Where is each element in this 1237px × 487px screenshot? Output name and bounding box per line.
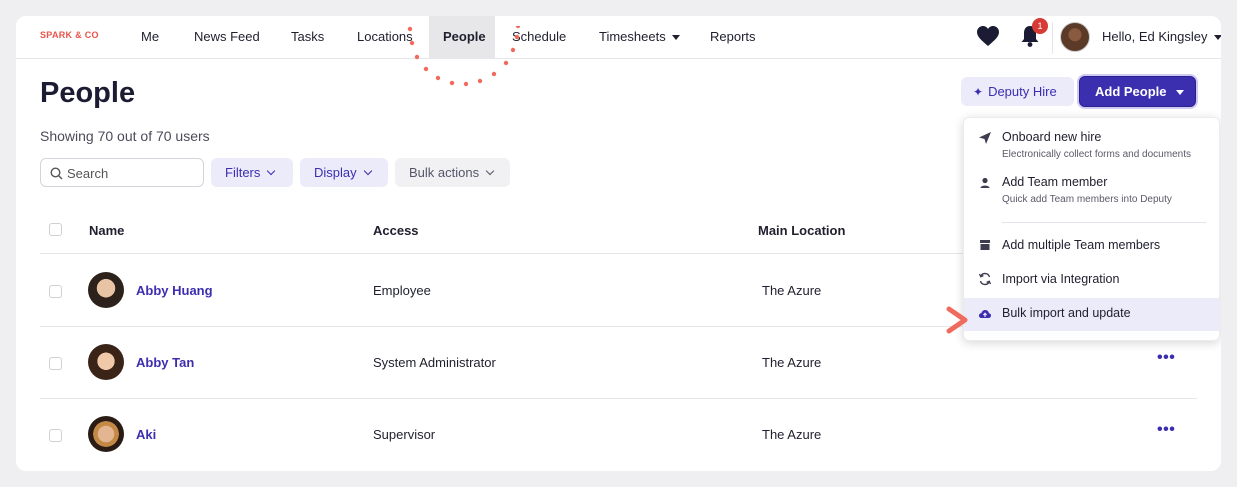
app-window: SPARK & CO Me News Feed Tasks Locations … bbox=[16, 16, 1221, 471]
nav-item-reports[interactable]: Reports bbox=[696, 16, 770, 59]
sync-icon bbox=[978, 272, 992, 286]
add-people-button[interactable]: Add People bbox=[1079, 76, 1196, 107]
more-actions-icon[interactable]: ••• bbox=[1157, 349, 1175, 367]
menu-item-title: Bulk import and update bbox=[1002, 306, 1131, 320]
menu-item-title: Onboard new hire bbox=[1002, 130, 1102, 144]
caret-down-icon bbox=[1213, 35, 1221, 41]
nav-item-me[interactable]: Me bbox=[127, 16, 173, 59]
deputy-hire-button[interactable]: ✦ Deputy Hire bbox=[961, 77, 1074, 106]
avatar bbox=[88, 272, 124, 308]
top-nav: SPARK & CO Me News Feed Tasks Locations … bbox=[16, 16, 1221, 59]
menu-item-import-via-integration[interactable]: Import via Integration bbox=[964, 264, 1219, 294]
more-actions-icon[interactable]: ••• bbox=[1157, 421, 1175, 439]
person-icon bbox=[980, 177, 990, 188]
menu-item-title: Import via Integration bbox=[1002, 272, 1120, 286]
pointer-arrow-annotation bbox=[946, 306, 968, 334]
cloud-upload-icon bbox=[979, 310, 991, 318]
bulk-actions-label: Bulk actions bbox=[409, 165, 480, 180]
menu-item-title: Add multiple Team members bbox=[1002, 238, 1161, 252]
add-people-label: Add People bbox=[1095, 84, 1167, 99]
page-title: People bbox=[40, 77, 136, 109]
row-checkbox[interactable] bbox=[49, 357, 62, 370]
column-header-access[interactable]: Access bbox=[373, 223, 419, 238]
dotted-highlight-annotation bbox=[407, 26, 521, 87]
display-button[interactable]: Display bbox=[300, 158, 388, 187]
menu-divider bbox=[1002, 222, 1206, 223]
user-menu[interactable]: Hello, Ed Kingsley bbox=[1102, 29, 1221, 44]
avatar bbox=[88, 416, 124, 452]
person-name-link[interactable]: Abby Tan bbox=[136, 355, 194, 370]
select-all-checkbox[interactable] bbox=[49, 223, 62, 236]
brand-logo[interactable]: SPARK & CO bbox=[40, 30, 99, 40]
paper-plane-icon bbox=[979, 132, 991, 144]
sparkle-icon: ✦ bbox=[973, 85, 984, 99]
row-checkbox[interactable] bbox=[49, 285, 62, 298]
search-input[interactable] bbox=[67, 163, 197, 183]
chevron-down-icon bbox=[363, 166, 372, 176]
table-row[interactable]: Aki Supervisor The Azure ••• bbox=[40, 399, 1197, 471]
menu-item-onboard-new-hire[interactable]: Onboard new hire Electronically collect … bbox=[964, 128, 1219, 168]
add-people-menu: Onboard new hire Electronically collect … bbox=[963, 117, 1220, 341]
main-location: The Azure bbox=[762, 283, 822, 298]
person-name-link[interactable]: Aki bbox=[136, 427, 156, 442]
filters-button[interactable]: Filters bbox=[211, 158, 293, 187]
deputy-hire-label: Deputy Hire bbox=[988, 84, 1057, 99]
access-level: System Administrator bbox=[373, 355, 496, 370]
column-header-name[interactable]: Name bbox=[89, 223, 124, 238]
store-icon bbox=[980, 240, 990, 250]
heart-icon[interactable] bbox=[976, 25, 1000, 47]
row-checkbox[interactable] bbox=[49, 429, 62, 442]
nav-item-tasks[interactable]: Tasks bbox=[277, 16, 338, 59]
notification-badge: 1 bbox=[1032, 18, 1048, 34]
menu-item-title: Add Team member bbox=[1002, 175, 1108, 189]
chevron-down-icon bbox=[485, 166, 495, 176]
main-location: The Azure bbox=[762, 355, 822, 370]
avatar bbox=[88, 344, 124, 380]
menu-item-subtitle: Electronically collect forms and documen… bbox=[1002, 149, 1191, 160]
nav-item-timesheets-label: Timesheets bbox=[599, 29, 666, 44]
display-label: Display bbox=[314, 165, 357, 180]
main-location: The Azure bbox=[762, 427, 822, 442]
menu-item-bulk-import-and-update[interactable]: Bulk import and update bbox=[964, 298, 1219, 331]
nav-item-timesheets[interactable]: Timesheets bbox=[585, 16, 694, 59]
nav-item-news-feed[interactable]: News Feed bbox=[180, 16, 274, 59]
menu-item-add-team-member[interactable]: Add Team member Quick add Team members i… bbox=[964, 173, 1219, 213]
access-level: Employee bbox=[373, 283, 431, 298]
nav-divider bbox=[1052, 22, 1053, 54]
chevron-down-icon bbox=[267, 166, 276, 176]
menu-item-add-multiple-team-members[interactable]: Add multiple Team members bbox=[964, 230, 1219, 260]
caret-down-icon bbox=[1175, 90, 1184, 96]
access-level: Supervisor bbox=[373, 427, 436, 442]
user-count-text: Showing 70 out of 70 users bbox=[40, 128, 210, 144]
user-avatar[interactable] bbox=[1060, 22, 1090, 52]
filters-label: Filters bbox=[225, 165, 261, 180]
bulk-actions-button[interactable]: Bulk actions bbox=[395, 158, 510, 187]
greeting-text: Hello, Ed Kingsley bbox=[1102, 29, 1208, 44]
search-box[interactable] bbox=[40, 158, 204, 187]
search-icon bbox=[50, 167, 63, 180]
person-name-link[interactable]: Abby Huang bbox=[136, 283, 213, 298]
menu-item-subtitle: Quick add Team members into Deputy bbox=[1002, 194, 1172, 205]
column-header-main-location[interactable]: Main Location bbox=[758, 223, 845, 238]
caret-down-icon bbox=[671, 35, 680, 41]
